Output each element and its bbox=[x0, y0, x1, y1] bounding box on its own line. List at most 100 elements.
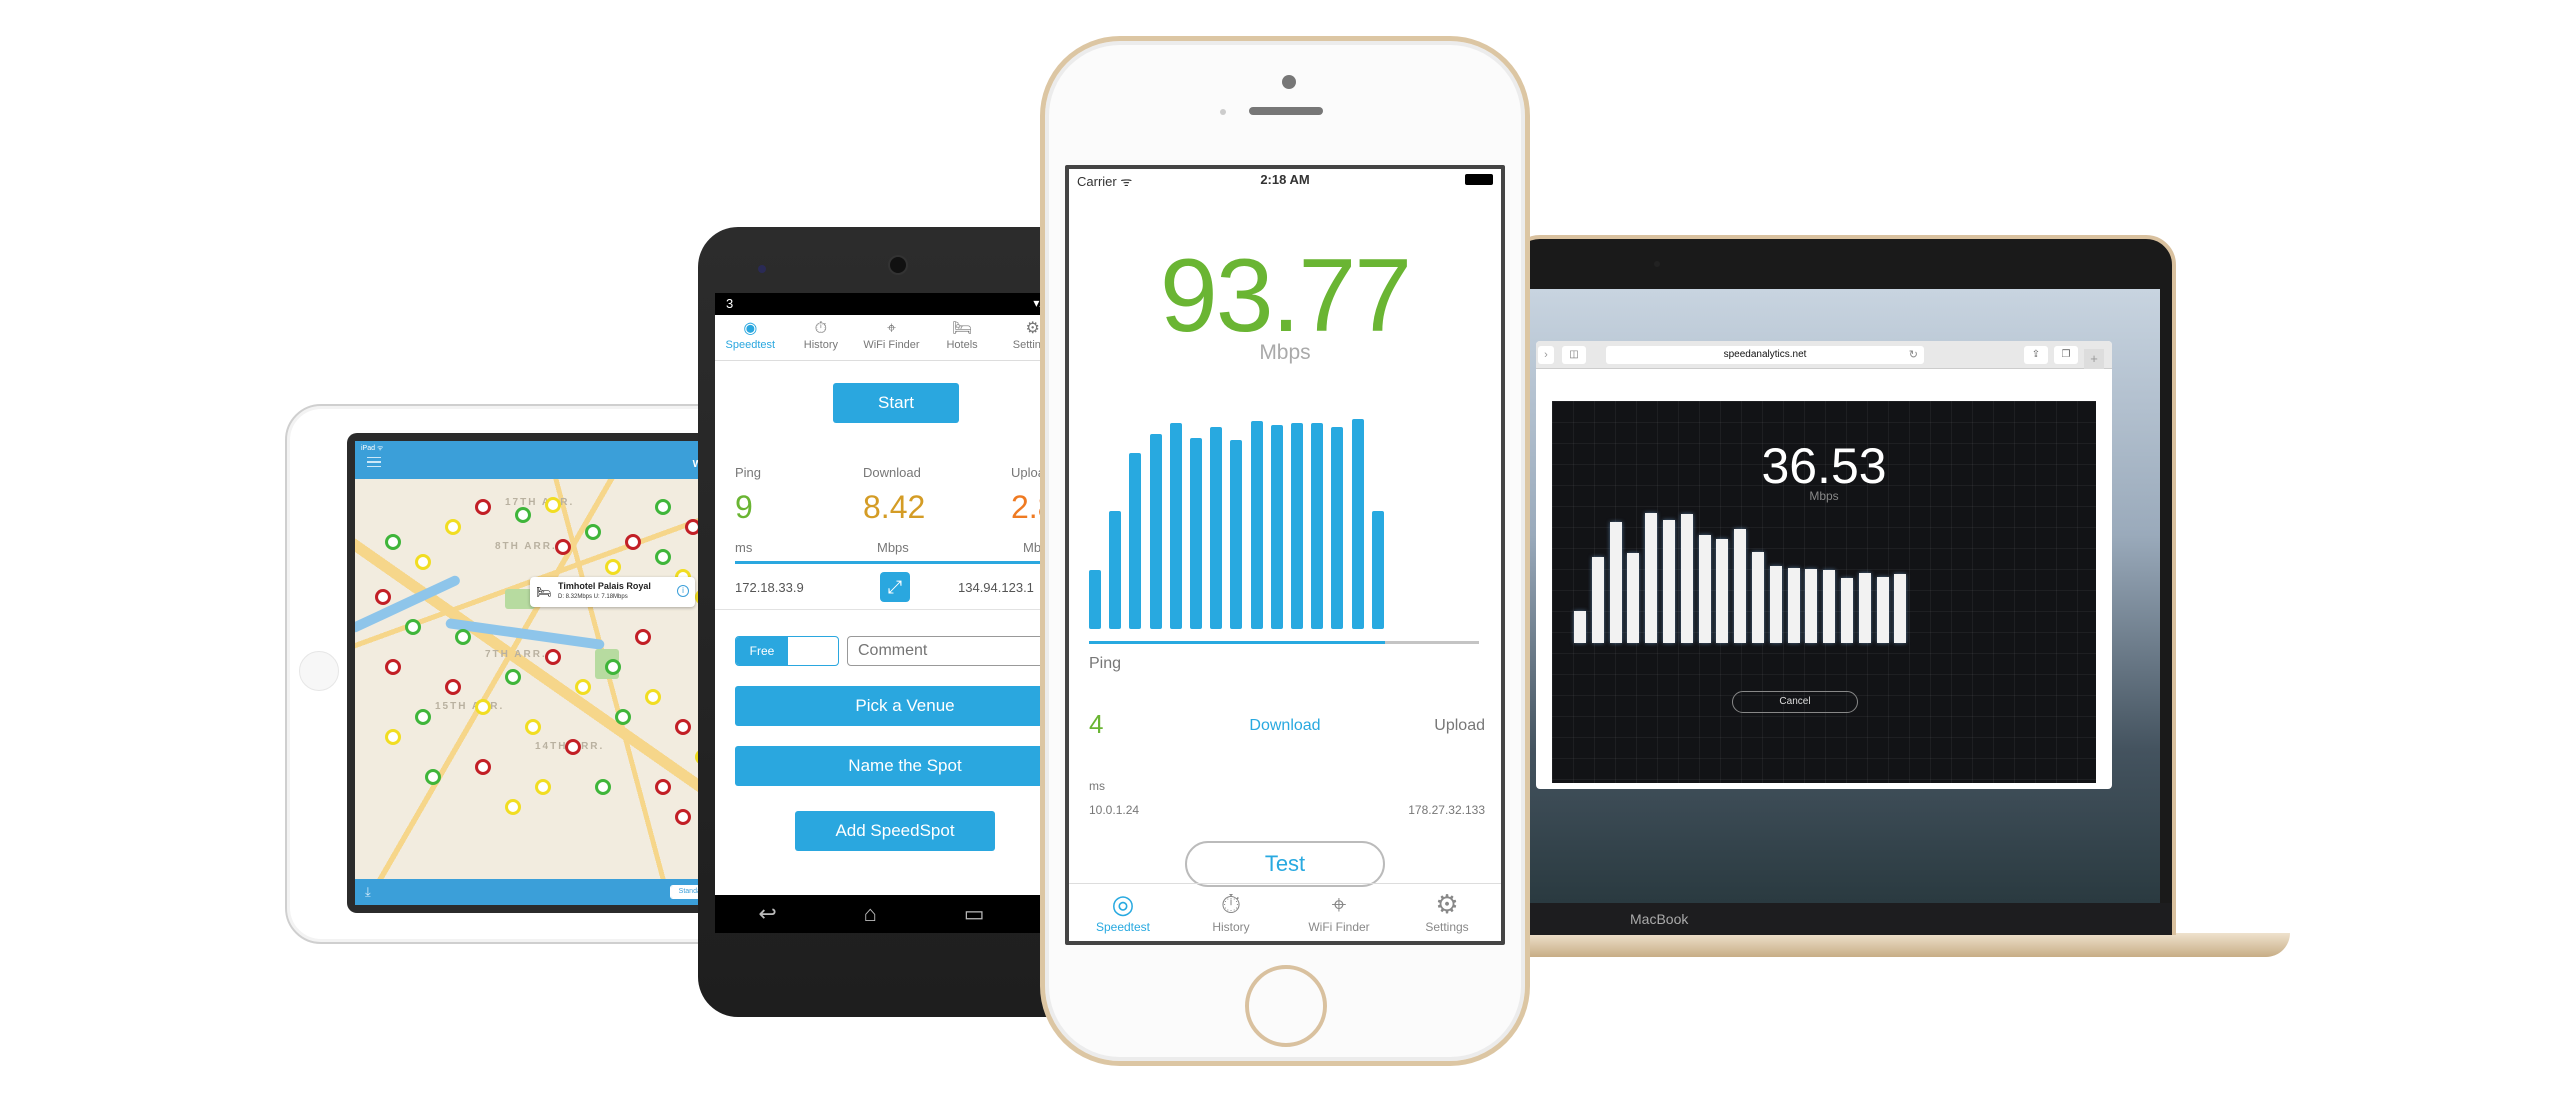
iphone-device: Carrier ᯤ 2:18 AM 93.77 Mbps Ping 4 Down… bbox=[1040, 36, 1530, 1066]
hotspot-pin[interactable] bbox=[525, 719, 541, 735]
tab-label: Speedtest bbox=[725, 339, 776, 351]
hotspot-pin[interactable] bbox=[385, 729, 401, 745]
hotspot-pin[interactable] bbox=[375, 589, 391, 605]
wifi-map[interactable]: 17TH ARR. 8TH ARR. 15TH ARR. 14TH ARR. 7… bbox=[355, 479, 757, 879]
download-unit: Mbps bbox=[877, 540, 909, 555]
chart-bar bbox=[1109, 511, 1122, 629]
tab-hotels[interactable]: 🛏 Hotels bbox=[927, 315, 998, 360]
hotspot-pin[interactable] bbox=[615, 709, 631, 725]
comment-input[interactable] bbox=[847, 636, 1068, 666]
new-tab-icon[interactable]: + bbox=[2084, 349, 2104, 369]
hotspot-pin[interactable] bbox=[675, 809, 691, 825]
tab-history[interactable]: ⏱ History bbox=[1177, 884, 1285, 941]
test-progress-bar bbox=[1089, 641, 1479, 644]
hotspot-pin[interactable] bbox=[475, 699, 491, 715]
tab-settings[interactable]: ⚙ Settings bbox=[1393, 884, 1501, 941]
hotspot-pin[interactable] bbox=[405, 619, 421, 635]
reload-icon[interactable]: ↻ bbox=[1909, 346, 1918, 364]
hotspot-pin[interactable] bbox=[655, 549, 671, 565]
hotspot-pin[interactable] bbox=[505, 669, 521, 685]
share-icon[interactable]: ⇪ bbox=[2024, 346, 2048, 364]
hotspot-callout[interactable]: 🛏 Timhotel Palais Royal D: 8.32Mbps U: 7… bbox=[530, 577, 695, 607]
hotspot-pin[interactable] bbox=[585, 524, 601, 540]
chart-bar bbox=[1823, 570, 1836, 643]
stopwatch-icon: ⏱ bbox=[814, 320, 828, 337]
browser-window: › ◫ speedanalytics.net ↻ ⇪ ❐ + 36.53 Mbp… bbox=[1536, 341, 2112, 789]
chart-bar bbox=[1169, 423, 1182, 629]
ipad-home-button[interactable] bbox=[299, 651, 339, 691]
chart-bar bbox=[1609, 522, 1622, 643]
chart-bar bbox=[1805, 568, 1818, 643]
iphone-screen: Carrier ᯤ 2:18 AM 93.77 Mbps Ping 4 Down… bbox=[1065, 165, 1505, 945]
hotspot-pin[interactable] bbox=[515, 507, 531, 523]
add-speedspot-button[interactable]: Add SpeedSpot bbox=[795, 811, 995, 851]
speed-unit: Mbps bbox=[1259, 341, 1311, 364]
tab-label: WiFi Finder bbox=[1308, 920, 1370, 934]
hotspot-pin[interactable] bbox=[555, 539, 571, 555]
tab-wifi-finder[interactable]: ⌖ WiFi Finder bbox=[1285, 884, 1393, 941]
hotspot-pin[interactable] bbox=[475, 759, 491, 775]
forward-icon[interactable]: › bbox=[1538, 346, 1554, 364]
hotspot-pin[interactable] bbox=[455, 629, 471, 645]
hotspot-pin[interactable] bbox=[445, 679, 461, 695]
free-toggle[interactable]: Free bbox=[735, 636, 839, 666]
proximity-sensor bbox=[1220, 109, 1226, 115]
back-icon[interactable]: ↩ bbox=[758, 895, 776, 933]
hotspot-pin[interactable] bbox=[655, 499, 671, 515]
download-icon[interactable]: ⤓ bbox=[365, 884, 371, 900]
ping-unit: ms bbox=[735, 540, 753, 555]
hotspot-pin[interactable] bbox=[505, 799, 521, 815]
tabs-overview-icon[interactable]: ❐ bbox=[2054, 346, 2078, 364]
hotspot-pin[interactable] bbox=[415, 709, 431, 725]
iphone-home-button[interactable] bbox=[1245, 965, 1327, 1047]
hotspot-pin[interactable] bbox=[425, 769, 441, 785]
chart-bar bbox=[1311, 423, 1324, 629]
start-button[interactable]: Start bbox=[833, 383, 959, 423]
hotspot-pin[interactable] bbox=[535, 779, 551, 795]
tab-speedtest[interactable]: ◎ Speedtest bbox=[1069, 884, 1177, 941]
hotspot-pin[interactable] bbox=[635, 629, 651, 645]
chart-bar bbox=[1680, 514, 1693, 643]
ipad-navbar: iPad ᯤ 9:41 AM WiFi Finder bbox=[355, 441, 757, 479]
hotspot-pin[interactable] bbox=[385, 534, 401, 550]
home-icon[interactable]: ⌂ bbox=[864, 895, 877, 933]
name-spot-button[interactable]: Name the Spot bbox=[735, 746, 1068, 786]
hotspot-pin[interactable] bbox=[675, 719, 691, 735]
hotspot-pin[interactable] bbox=[575, 679, 591, 695]
ping-unit: ms bbox=[1089, 779, 1105, 793]
download-label: Download bbox=[863, 465, 921, 480]
cancel-button[interactable]: Cancel bbox=[1732, 691, 1858, 713]
info-icon[interactable]: i bbox=[677, 585, 689, 597]
pick-venue-button[interactable]: Pick a Venue bbox=[735, 686, 1068, 726]
hotspot-pin[interactable] bbox=[625, 534, 641, 550]
chart-bar bbox=[1089, 570, 1101, 629]
hotspot-pin[interactable] bbox=[605, 659, 621, 675]
hotspot-pin[interactable] bbox=[545, 497, 561, 513]
tab-history[interactable]: ⏱ History bbox=[786, 315, 857, 360]
hotspot-pin[interactable] bbox=[445, 519, 461, 535]
sidebar-icon[interactable]: ◫ bbox=[1562, 346, 1586, 364]
hotspot-pin[interactable] bbox=[415, 554, 431, 570]
macbook-brand-label: MacBook bbox=[1630, 911, 1689, 927]
map-district-label: 8TH ARR. bbox=[495, 541, 557, 552]
hotspot-pin[interactable] bbox=[595, 779, 611, 795]
address-bar[interactable]: speedanalytics.net ↻ bbox=[1606, 346, 1924, 364]
hotspot-pin[interactable] bbox=[545, 649, 561, 665]
hotspot-pin[interactable] bbox=[605, 559, 621, 575]
stopwatch-icon: ⏱ bbox=[1220, 889, 1242, 919]
recents-icon[interactable]: ▭ bbox=[964, 895, 985, 933]
test-button[interactable]: Test bbox=[1185, 841, 1385, 887]
expand-arrows-icon[interactable]: ⤢ bbox=[880, 572, 910, 602]
tab-speedtest[interactable]: ◉ Speedtest bbox=[715, 315, 786, 360]
hotspot-pin[interactable] bbox=[645, 689, 661, 705]
callout-venue-name: Timhotel Palais Royal bbox=[558, 581, 651, 591]
hotspot-pin[interactable] bbox=[565, 739, 581, 755]
hotspot-pin[interactable] bbox=[655, 779, 671, 795]
tab-wifi-finder[interactable]: ⌖ WiFi Finder bbox=[856, 315, 927, 360]
hamburger-menu-icon[interactable] bbox=[367, 457, 381, 467]
chart-bar bbox=[1270, 425, 1283, 629]
web-speed-unit: Mbps bbox=[1809, 489, 1839, 503]
hotspot-pin[interactable] bbox=[475, 499, 491, 515]
hotspot-pin[interactable] bbox=[385, 659, 401, 675]
speedtest-icon: ◉ bbox=[743, 320, 758, 337]
